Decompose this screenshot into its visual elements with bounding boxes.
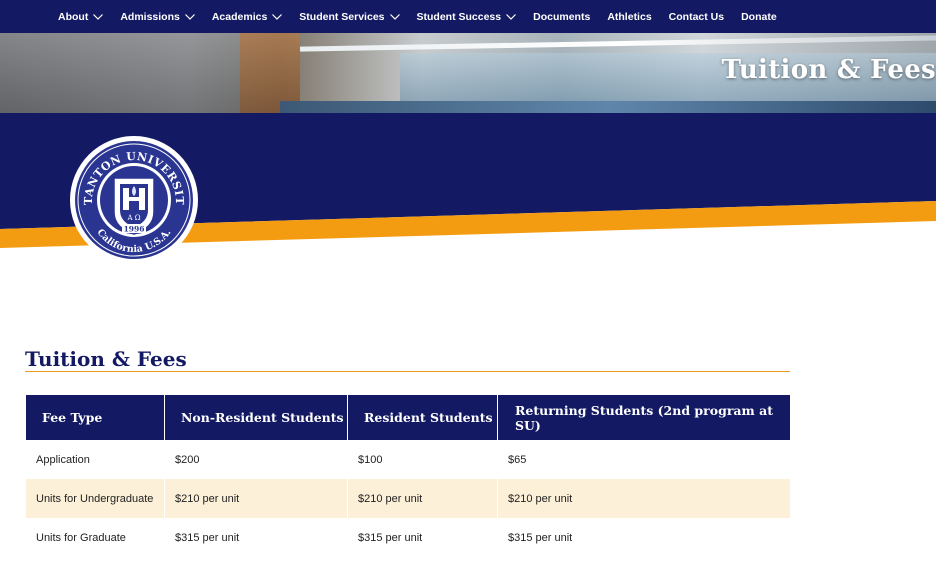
table-cell: $100 <box>348 440 498 479</box>
university-seal-logo: STANTON UNIVERSITY California U.S.A. A Ω… <box>68 134 198 264</box>
table-cell: Units for Graduate <box>26 518 165 557</box>
table-cell: $210 per unit <box>498 479 790 518</box>
hero-image-rail <box>300 35 936 52</box>
nav-item-label: Athletics <box>607 10 652 23</box>
section-divider <box>25 371 790 372</box>
table-row: Application $200 $100 $65 <box>26 440 790 479</box>
tuition-fees-table: Fee Type Non-Resident Students Resident … <box>26 395 790 557</box>
table-cell: Units for Undergraduate <box>26 479 165 518</box>
nav-item-student-services[interactable]: Student Services <box>299 10 400 23</box>
nav-item-label: Academics <box>211 10 268 23</box>
table-cell: $315 per unit <box>348 518 498 557</box>
hero-title: Tuition & Fees <box>721 55 936 85</box>
header-returning: Returning Students (2nd program at SU) <box>498 395 790 440</box>
chevron-down-icon <box>272 13 283 20</box>
nav-item-admissions[interactable]: Admissions <box>120 11 195 23</box>
table-cell: $65 <box>508 453 527 466</box>
table-cell: $315 per unit <box>165 518 348 557</box>
nav-item-documents[interactable]: Documents <box>533 11 590 23</box>
nav-item-label: Donate <box>741 10 777 23</box>
nav-item-student-success[interactable]: Student Success <box>417 11 517 23</box>
table-cell: $200 <box>165 440 348 479</box>
nav-item-athletics[interactable]: Athletics <box>607 11 651 23</box>
table-row: Units for Graduate $315 per unit $315 pe… <box>26 518 790 557</box>
chevron-down-icon <box>93 13 104 20</box>
nav-item-academics[interactable]: Academics <box>211 10 283 23</box>
nav-item-label: Student Success <box>416 10 502 23</box>
table-header-row: Fee Type Non-Resident Students Resident … <box>26 395 790 440</box>
nav-item-label: Contact Us <box>668 10 725 23</box>
hero-image-floor <box>280 101 936 113</box>
header-non-resident: Non-Resident Students <box>165 395 348 440</box>
hero-banner: Tuition & Fees <box>0 33 936 113</box>
nav-item-label: Admissions <box>120 10 180 23</box>
section-title: Tuition & Fees <box>25 347 187 371</box>
table-cell: $210 per unit <box>348 479 498 518</box>
chevron-down-icon <box>389 13 400 20</box>
chevron-down-icon <box>184 13 195 20</box>
seal-year: 1996 <box>124 225 145 234</box>
table-cell: $210 per unit <box>165 479 348 518</box>
table-row: Units for Undergraduate $210 per unit $2… <box>26 479 790 518</box>
nav-item-donate[interactable]: Donate <box>741 11 777 23</box>
hero-image-wall <box>0 33 240 113</box>
table-cell: $315 per unit <box>508 531 573 544</box>
chevron-down-icon <box>506 13 517 20</box>
table-cell: Application <box>26 440 165 479</box>
nav-item-label: Documents <box>533 10 591 23</box>
header-fee-type: Fee Type <box>26 395 165 440</box>
nav-item-about[interactable]: About <box>58 10 104 23</box>
nav-item-contact-us[interactable]: Contact Us <box>669 11 724 23</box>
top-nav: About Admissions Academics Student Servi… <box>0 0 936 33</box>
seal-letters: A Ω <box>126 214 140 222</box>
header-resident: Resident Students <box>348 395 498 440</box>
nav-item-label: Student Services <box>299 10 385 23</box>
nav-item-label: About <box>58 10 89 23</box>
